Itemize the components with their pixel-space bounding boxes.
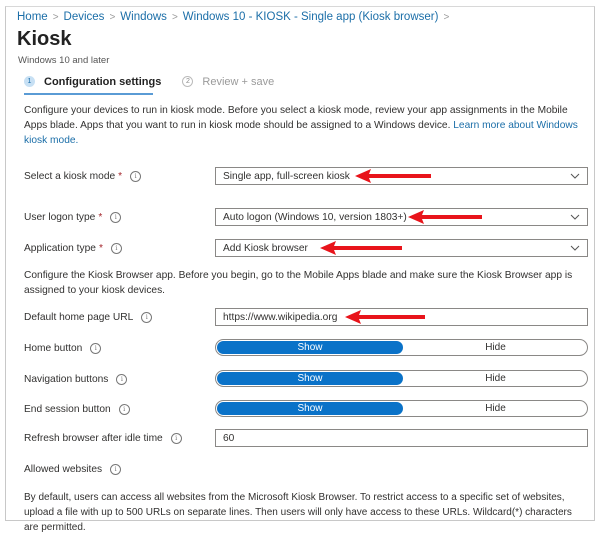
hide-option[interactable]: Hide	[404, 340, 587, 355]
end-session-toggle[interactable]: Show Hide	[215, 400, 588, 417]
label-text: Application type	[24, 243, 96, 254]
info-icon[interactable]: i	[110, 243, 122, 254]
home-button-toggle[interactable]: Show Hide	[215, 339, 588, 356]
red-arrow-icon	[355, 169, 431, 183]
hide-option[interactable]: Hide	[404, 401, 587, 416]
chevron-down-icon	[570, 214, 580, 220]
required-marker: *	[98, 243, 103, 254]
show-option[interactable]: Show	[217, 341, 403, 354]
page-title: Kiosk	[17, 28, 72, 50]
active-tab-indicator	[24, 93, 153, 95]
chevron-right-icon: >	[52, 12, 59, 23]
app-type-label: Application type * i	[24, 243, 122, 254]
allowed-websites-note: By default, users can access all website…	[24, 492, 572, 533]
breadcrumb: Home > Devices > Windows > Windows 10 - KIOSK …	[17, 11, 454, 23]
breadcrumb-profile[interactable]: Windows 10 - KIOSK - Single app (Kiosk b…	[183, 11, 439, 23]
hide-option[interactable]: Hide	[404, 371, 587, 386]
select-value: Auto logon (Windows 10, version 1803+)	[223, 211, 407, 223]
tab-configuration-settings[interactable]: 1 Configuration settings	[24, 76, 161, 88]
step-number: 2	[182, 76, 194, 87]
label-text: End session button	[24, 404, 111, 415]
logon-type-select[interactable]: Auto logon (Windows 10, version 1803+)	[215, 208, 588, 226]
page-subtitle: Windows 10 and later	[18, 55, 110, 66]
wizard-steps: 1 Configuration settings 2 Review + save	[24, 74, 292, 88]
chevron-right-icon: >	[171, 12, 178, 23]
kiosk-browser-note: Configure the Kiosk Browser app. Before …	[24, 270, 573, 296]
tab-review-save[interactable]: 2 Review + save	[182, 76, 274, 88]
label-text: Home button	[24, 343, 83, 354]
label-text: Refresh browser after idle time	[24, 433, 163, 444]
refresh-idle-input[interactable]: 60	[215, 429, 588, 447]
allowed-websites-label: Allowed websites i	[24, 464, 122, 475]
select-value: Single app, full-screen kiosk	[223, 170, 350, 182]
info-icon[interactable]: i	[116, 374, 128, 385]
kiosk-mode-label: Select a kiosk mode * i	[24, 171, 142, 182]
end-session-label: End session button i	[24, 404, 130, 415]
chevron-down-icon	[570, 173, 580, 179]
info-icon[interactable]: i	[90, 343, 102, 354]
info-icon[interactable]: i	[170, 433, 182, 444]
red-arrow-icon	[345, 310, 425, 324]
label-text: Allowed websites	[24, 464, 103, 475]
logon-type-label: User logon type * i	[24, 212, 122, 223]
label-text: User logon type	[24, 212, 96, 223]
select-value: Add Kiosk browser	[223, 242, 308, 254]
step-number: 1	[24, 76, 35, 87]
info-icon[interactable]: i	[130, 171, 142, 182]
info-icon[interactable]: i	[118, 404, 130, 415]
home-url-label: Default home page URL i	[24, 312, 153, 323]
input-value: https://www.wikipedia.org	[223, 311, 338, 323]
step-label: Configuration settings	[44, 75, 162, 88]
label-text: Default home page URL	[24, 312, 134, 323]
input-value: 60	[223, 432, 235, 444]
breadcrumb-devices[interactable]: Devices	[64, 11, 105, 23]
chevron-down-icon	[570, 245, 580, 251]
chevron-right-icon: >	[109, 12, 116, 23]
show-option[interactable]: Show	[217, 372, 403, 385]
intro-text: Configure your devices to run in kiosk m…	[24, 103, 579, 148]
info-icon[interactable]: i	[110, 464, 122, 475]
required-marker: *	[98, 212, 103, 223]
label-text: Select a kiosk mode	[24, 171, 116, 182]
info-icon[interactable]: i	[141, 312, 153, 323]
label-text: Navigation buttons	[24, 374, 109, 385]
show-option[interactable]: Show	[217, 402, 403, 415]
navigation-buttons-toggle[interactable]: Show Hide	[215, 370, 588, 387]
navigation-buttons-label: Navigation buttons i	[24, 374, 128, 385]
refresh-idle-label: Refresh browser after idle time i	[24, 433, 182, 444]
red-arrow-icon	[408, 210, 482, 224]
home-button-label: Home button i	[24, 343, 102, 354]
step-label: Review + save	[202, 75, 275, 88]
red-arrow-icon	[320, 241, 402, 255]
breadcrumb-home[interactable]: Home	[17, 11, 48, 23]
breadcrumb-windows[interactable]: Windows	[120, 11, 167, 23]
chevron-right-icon: >	[443, 12, 450, 23]
required-marker: *	[118, 171, 123, 182]
info-icon[interactable]: i	[110, 212, 122, 223]
